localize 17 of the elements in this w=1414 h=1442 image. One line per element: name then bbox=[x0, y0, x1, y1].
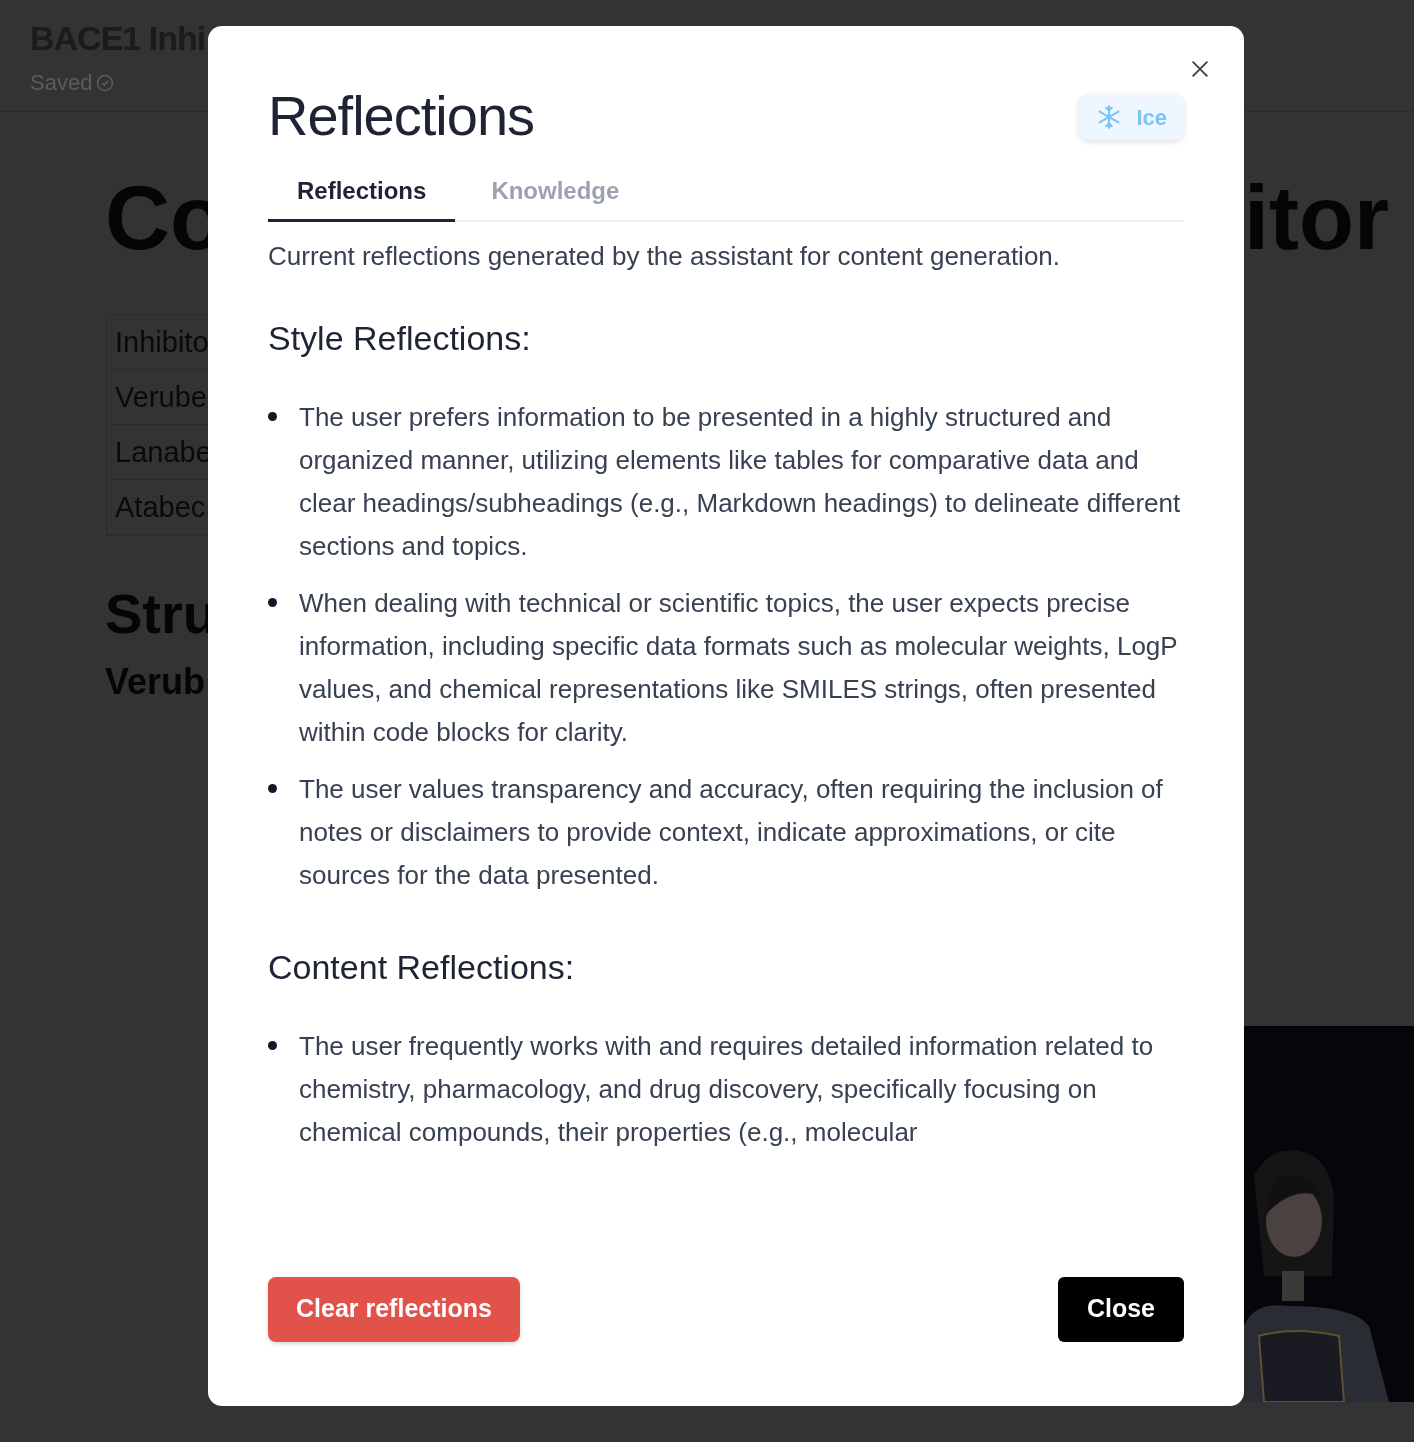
section-heading: Content Reflections: bbox=[268, 947, 575, 988]
clear-reflections-button[interactable]: Clear reflections bbox=[268, 1276, 520, 1342]
section-heading: Style Reflections: bbox=[268, 318, 531, 359]
dialog-title: Reflections bbox=[268, 83, 535, 149]
reflection-text: The user prefers information to be presented in a highly structured and organized manner, utilizing elements like tables for comparative data and clear headings/subheadings (e.g., Markdown headings) to delineate different sections and topics. bbox=[299, 401, 1182, 563]
reflection-text: The user values transparency and accuracy, often requiring the inclusion of notes or disclaimers to provide context, indicate approximations, or cite sources for the data presented. bbox=[299, 773, 1164, 892]
tab[interactable]: Reflections bbox=[268, 162, 456, 222]
reflection-text: The user frequently works with and requires detailed information related to chemistry, pharmacology, and drug discovery, specifically focusing on chemical compounds, their properties (e.g., molecular bbox=[299, 1030, 1155, 1149]
dialog-description: Current reflections generated by the assistant for content generation. bbox=[268, 240, 1062, 273]
reflection-text: When dealing with technical or scientific topics, the user expects precise information, including specific data formats such as molecular weights, LogP values, and chemical representations like SMILES strings, often presented within code blocks for clarity. bbox=[299, 587, 1179, 749]
bullet-icon bbox=[268, 784, 277, 793]
bullet-icon bbox=[268, 598, 277, 607]
bullet-icon bbox=[268, 412, 277, 421]
ice-badge: Ice bbox=[1079, 94, 1184, 140]
bullet-icon bbox=[268, 1041, 277, 1050]
check-circle-icon bbox=[96, 73, 115, 92]
close-button[interactable]: Close bbox=[1057, 1276, 1184, 1342]
